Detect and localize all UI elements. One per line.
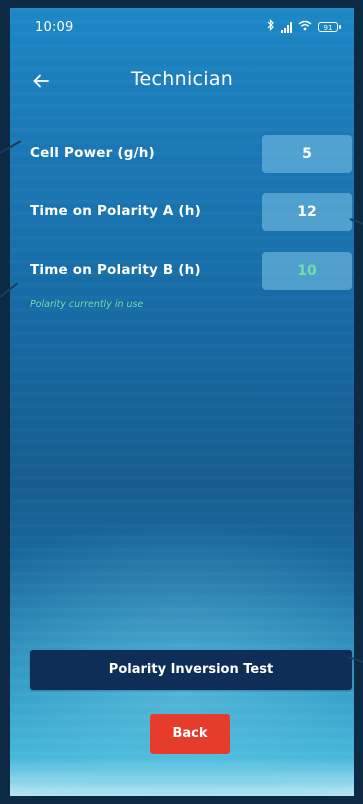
status-icons: 91 — [267, 19, 341, 34]
polarity-b-time-label: Time on Polarity B (h) — [30, 262, 201, 278]
cell-power-label: Cell Power (g/h) — [30, 145, 155, 161]
bluetooth-icon — [267, 19, 275, 34]
setting-row-polarity-b: Time on Polarity B (h) 10 — [10, 252, 354, 290]
polarity-a-time-label: Time on Polarity A (h) — [30, 203, 201, 219]
back-button[interactable]: Back — [150, 714, 230, 754]
active-polarity-note: Polarity currently in use — [30, 299, 144, 310]
status-time: 10:09 — [35, 20, 74, 35]
phone-screen: 10:09 91 Technician Cell Power (g/h) 5 T… — [10, 8, 354, 796]
cell-power-input[interactable]: 5 — [262, 135, 352, 173]
page-title: Technician — [130, 68, 234, 90]
signal-bars-icon — [281, 21, 292, 33]
polarity-a-time-input[interactable]: 12 — [262, 193, 352, 231]
header: Technician — [10, 64, 354, 100]
setting-row-polarity-a: Time on Polarity A (h) 12 — [10, 193, 354, 231]
polarity-inversion-test-button[interactable]: Polarity Inversion Test — [30, 650, 352, 690]
polarity-b-time-input[interactable]: 10 — [262, 252, 352, 290]
battery-icon: 91 — [318, 21, 341, 32]
screenshot-frame: 10:09 91 Technician Cell Power (g/h) 5 T… — [0, 0, 363, 804]
setting-row-cell-power: Cell Power (g/h) 5 — [10, 135, 354, 173]
wifi-icon — [298, 20, 312, 34]
status-bar: 10:09 91 — [10, 8, 354, 46]
